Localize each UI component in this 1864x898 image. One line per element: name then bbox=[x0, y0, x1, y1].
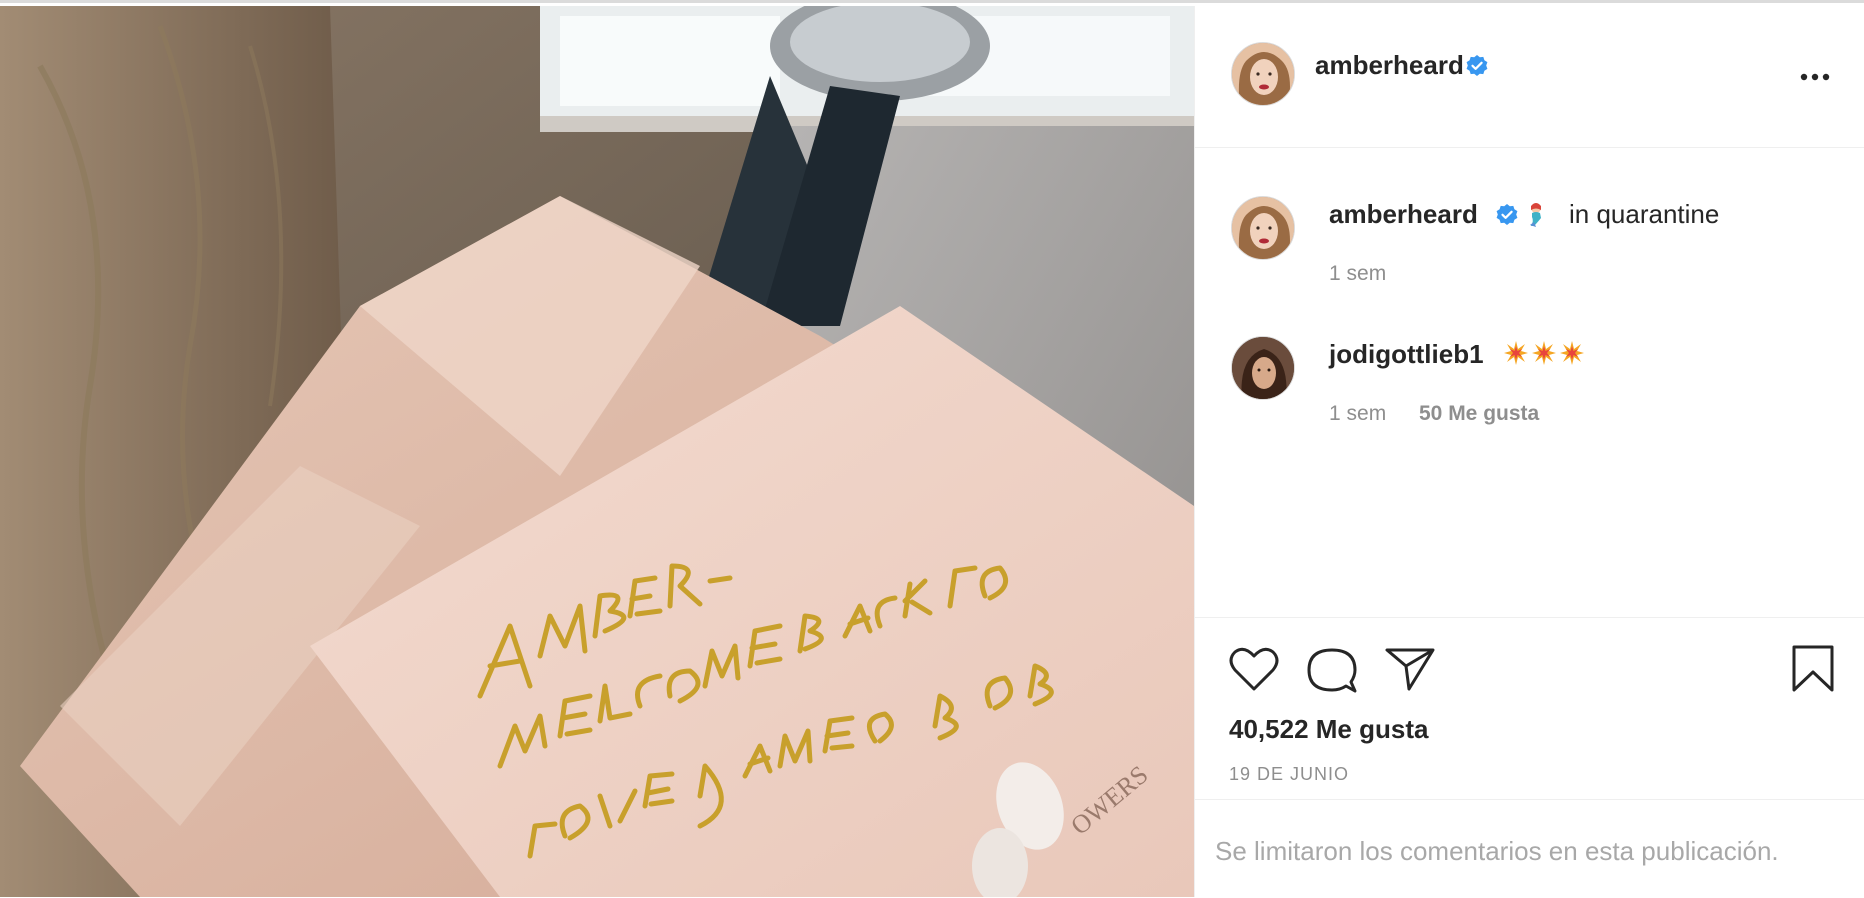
post-dialog: OWERS amberheard amberheard in quarantin… bbox=[0, 0, 1864, 897]
author-username[interactable]: amberheard bbox=[1315, 50, 1464, 81]
likes-count[interactable]: 40,522 Me gusta bbox=[1229, 714, 1428, 745]
more-options-button[interactable] bbox=[1795, 62, 1835, 92]
verified-badge-icon bbox=[1466, 55, 1488, 76]
more-icon bbox=[1800, 73, 1830, 81]
post-sidebar: amberheard amberheard in quarantine 1 se… bbox=[1194, 6, 1864, 897]
photo-illustration: OWERS bbox=[0, 6, 1194, 897]
commenter-avatar[interactable] bbox=[1231, 336, 1295, 400]
share-icon[interactable] bbox=[1385, 646, 1435, 692]
caption-time[interactable]: 1 sem bbox=[1329, 262, 1386, 286]
comments-limited-text: Se limitaron los comentarios en esta pub… bbox=[1215, 836, 1779, 866]
bookmark-icon[interactable] bbox=[1791, 644, 1835, 694]
caption-username[interactable]: amberheard bbox=[1329, 199, 1478, 230]
comment-username[interactable]: jodigottlieb1 bbox=[1329, 339, 1484, 370]
post-date[interactable]: 19 DE JUNIO bbox=[1229, 764, 1349, 785]
comment-time[interactable]: 1 sem bbox=[1329, 402, 1386, 426]
collision-emoji-icon bbox=[1504, 341, 1528, 365]
comments-limited-bar: Se limitaron los comentarios en esta pub… bbox=[1195, 799, 1864, 898]
author-avatar[interactable] bbox=[1231, 42, 1295, 106]
action-bar: 40,522 Me gusta 19 DE JUNIO Se limitaron… bbox=[1195, 617, 1864, 897]
comment-icon[interactable] bbox=[1307, 646, 1357, 694]
comment-likes[interactable]: 50 Me gusta bbox=[1419, 402, 1539, 426]
heart-icon[interactable] bbox=[1229, 646, 1279, 692]
verified-badge-icon bbox=[1496, 204, 1518, 225]
post-header: amberheard bbox=[1195, 6, 1864, 148]
caption-avatar[interactable] bbox=[1231, 196, 1295, 260]
post-photo[interactable]: OWERS bbox=[0, 6, 1194, 897]
mermaid-emoji-icon bbox=[1530, 203, 1541, 227]
caption-text: in quarantine bbox=[1569, 199, 1720, 229]
collision-emoji-icon bbox=[1560, 341, 1584, 365]
collision-emoji-icon bbox=[1532, 341, 1556, 365]
